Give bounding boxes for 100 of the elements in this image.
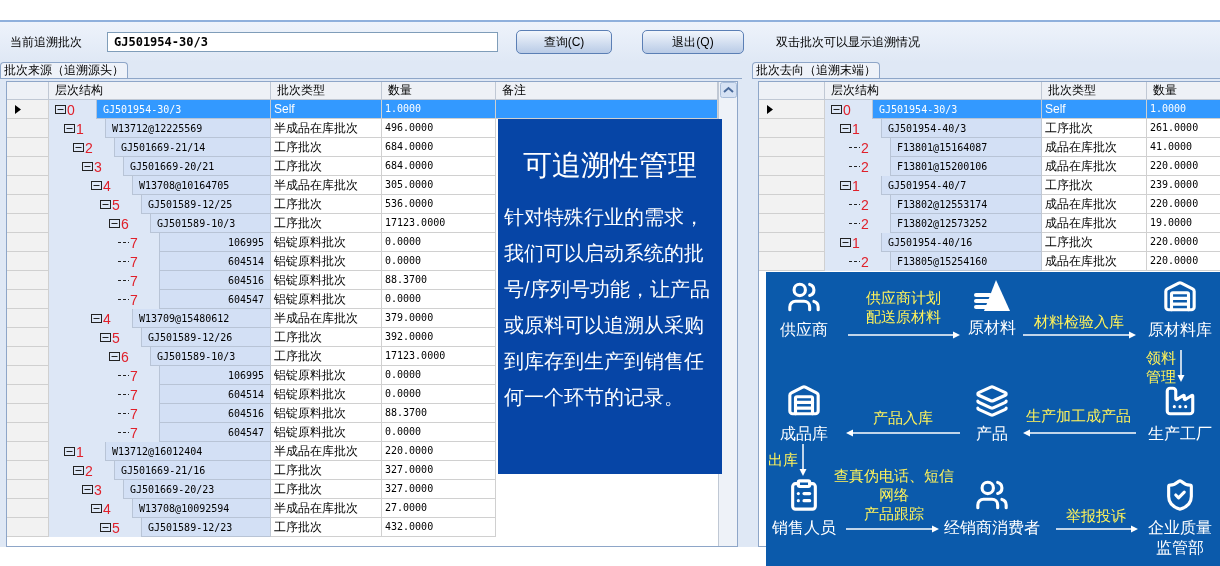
batch-cell[interactable]: 604547 (159, 290, 270, 309)
tier-number: 7 (130, 367, 138, 384)
pile-icon (974, 280, 1010, 312)
tier-number: 3 (94, 158, 102, 175)
tree-branch-icon (118, 241, 129, 244)
flow-step-label: 供应商计划 配送原材料 (865, 288, 941, 326)
column-header[interactable]: 数量 (1147, 82, 1220, 100)
batch-cell[interactable]: 604514 (159, 252, 270, 271)
collapse-icon[interactable] (100, 333, 111, 342)
collapse-icon[interactable] (64, 447, 75, 456)
collapse-icon[interactable] (73, 143, 84, 152)
collapse-icon[interactable] (64, 124, 75, 133)
batch-cell[interactable]: 106995 (159, 366, 270, 385)
batch-cell[interactable]: GJ501669-20/21 (123, 157, 270, 176)
tree-branch-icon (118, 374, 129, 377)
type-cell: 铝锭原料批次 (271, 271, 382, 290)
collapse-icon[interactable] (840, 124, 851, 133)
batch-cell[interactable]: GJ501589-12/25 (141, 195, 270, 214)
batch-cell[interactable]: GJ501954-40/3 (881, 119, 1041, 138)
type-cell: 工序批次 (271, 480, 382, 499)
tier-number: 1 (852, 177, 860, 194)
type-cell: 半成品在库批次 (271, 176, 382, 195)
warehouse-icon (787, 384, 821, 418)
collapse-icon[interactable] (840, 181, 851, 190)
batch-cell[interactable]: GJ501589-12/26 (141, 328, 270, 347)
panel-tab[interactable]: 批次去向（追溯末端） (752, 62, 880, 78)
scroll-up-icon[interactable] (719, 82, 737, 98)
collapse-icon[interactable] (109, 219, 120, 228)
batch-cell[interactable]: GJ501954-40/7 (881, 176, 1041, 195)
column-header[interactable]: 层次结构 (49, 82, 271, 100)
column-header[interactable]: 数量 (382, 82, 496, 100)
column-header[interactable]: 批次类型 (1042, 82, 1147, 100)
type-cell: 半成品在库批次 (271, 442, 382, 461)
tree-branch-icon (849, 203, 860, 206)
quantity-cell: 27.0000 (382, 499, 496, 518)
type-cell: 工序批次 (271, 157, 382, 176)
batch-cell[interactable]: GJ501669-20/23 (123, 480, 270, 499)
quantity-cell: 327.0000 (382, 461, 496, 480)
batch-cell[interactable]: F13801@15164087 (890, 138, 1041, 157)
collapse-icon[interactable] (73, 466, 84, 475)
quantity-cell: 0.0000 (382, 252, 496, 271)
query-button[interactable]: 查询(C) (516, 30, 612, 54)
batch-cell[interactable]: 604516 (159, 404, 270, 423)
collapse-icon[interactable] (91, 181, 102, 190)
header-corner (7, 82, 49, 100)
batch-cell[interactable]: GJ501669-21/14 (114, 138, 270, 157)
batch-input-field[interactable]: GJ501954-30/3 (107, 32, 498, 52)
batch-cell[interactable]: W13709@15480612 (132, 309, 270, 328)
quantity-cell: 536.0000 (382, 195, 496, 214)
collapse-icon[interactable] (82, 485, 93, 494)
batch-cell[interactable]: 604514 (159, 385, 270, 404)
collapse-icon[interactable] (91, 504, 102, 513)
batch-cell[interactable]: GJ501589-10/3 (150, 214, 270, 233)
batch-cell[interactable]: GJ501589-10/3 (150, 347, 270, 366)
collapse-icon[interactable] (82, 162, 93, 171)
collapse-icon[interactable] (100, 200, 111, 209)
collapse-icon[interactable] (91, 314, 102, 323)
tier-number: 2 (85, 462, 93, 479)
flow-step-label: 材料检验入库 (1034, 312, 1124, 331)
quantity-cell: 17123.0000 (382, 214, 496, 233)
flow-node-label: 企业质量监管部 (1147, 518, 1213, 558)
type-cell: 成品在库批次 (1042, 195, 1147, 214)
batch-cell[interactable]: 106995 (159, 233, 270, 252)
batch-label: 当前追溯批次 (10, 34, 83, 51)
type-cell: 半成品在库批次 (271, 309, 382, 328)
quantity-cell: 684.0000 (382, 138, 496, 157)
collapse-icon[interactable] (831, 105, 842, 114)
row-header[interactable] (759, 100, 825, 119)
type-cell: 成品在库批次 (1042, 214, 1147, 233)
batch-cell[interactable]: 604516 (159, 271, 270, 290)
collapse-icon[interactable] (100, 523, 111, 532)
batch-cell[interactable]: W13708@10092594 (132, 499, 270, 518)
tier-number: 5 (112, 519, 120, 536)
batch-cell[interactable]: GJ501589-12/23 (141, 518, 270, 537)
column-header[interactable]: 层次结构 (825, 82, 1042, 100)
batch-cell[interactable]: F13802@12573252 (890, 214, 1041, 233)
batch-cell[interactable]: F13802@12553174 (890, 195, 1041, 214)
column-header[interactable]: 批次类型 (271, 82, 382, 100)
batch-cell[interactable]: GJ501669-21/16 (114, 461, 270, 480)
batch-cell[interactable]: F13805@15254160 (890, 252, 1041, 271)
collapse-icon[interactable] (55, 105, 66, 114)
tier-number: 0 (843, 101, 851, 118)
column-header[interactable]: 备注 (496, 82, 718, 100)
batch-cell[interactable]: 604547 (159, 423, 270, 442)
batch-cell[interactable]: F13801@15200106 (890, 157, 1041, 176)
row-header[interactable] (7, 100, 49, 119)
batch-cell[interactable]: W13712@12225569 (105, 119, 270, 138)
type-cell: 铝锭原料批次 (271, 290, 382, 309)
batch-cell[interactable]: W13708@10164705 (132, 176, 270, 195)
tier-number: 3 (94, 481, 102, 498)
type-cell: 半成品在库批次 (271, 499, 382, 518)
collapse-icon[interactable] (109, 352, 120, 361)
panel-tab[interactable]: 批次来源（追溯源头） (0, 62, 128, 78)
batch-cell[interactable]: GJ501954-40/16 (881, 233, 1041, 252)
hint-text: 双击批次可以显示追溯情况 (776, 34, 920, 51)
exit-button[interactable]: 退出(Q) (642, 30, 744, 54)
tree-branch-icon (849, 165, 860, 168)
collapse-icon[interactable] (840, 238, 851, 247)
batch-cell[interactable]: W13712@16012404 (105, 442, 270, 461)
flow-node-label: 经销商消费者 (944, 518, 1040, 538)
